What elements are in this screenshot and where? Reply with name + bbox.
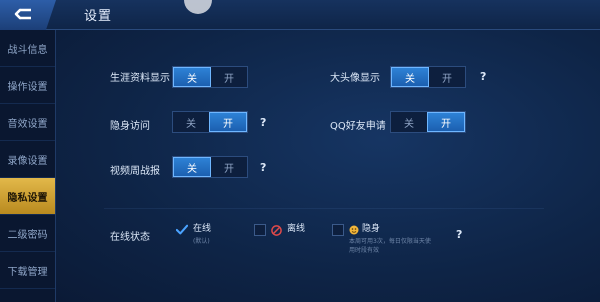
video-report-on-option[interactable]: 开 [211,157,247,177]
avatar-help-icon[interactable]: ? [480,70,486,83]
online-status-label: 在线状态 [110,232,150,243]
sidebar-item-downloads[interactable]: 下载管理 [0,252,55,289]
back-arrow-icon [14,8,31,20]
hidden-visit-toggle[interactable]: 关 开 [172,111,248,133]
sidebar-item-secondary-password[interactable]: 二级密码 [0,215,55,252]
sidebar-item-sound[interactable]: 音效设置 [0,104,55,141]
career-display-label: 生涯资料显示 [110,73,170,84]
offline-checkbox[interactable] [254,224,266,236]
status-option-online[interactable]: 在线 (默认) [176,224,211,246]
top-bar: 设置 [0,0,600,30]
hidden-visit-label: 隐身访问 [110,121,150,132]
status-online-label: 在线 [193,224,212,234]
sidebar-item-recording[interactable]: 录像设置 [0,141,55,178]
avatar-off-option[interactable]: 关 [391,67,429,87]
hidden-visit-on-option[interactable]: 开 [209,112,247,132]
invisible-checkbox[interactable] [332,224,344,236]
privacy-settings-panel: 生涯资料显示 关 开 大头像显示 关 开 ? 隐身访问 关 开 ? QQ好友申请… [56,30,600,302]
sidebar: 战斗信息 操作设置 音效设置 录像设置 隐私设置 二级密码 下载管理 [0,30,56,302]
qq-friend-request-label: QQ好友申请 [330,121,386,132]
video-report-label: 视频周战报 [110,166,160,177]
career-display-toggle[interactable]: 关 开 [172,66,248,88]
page-title: 设置 [84,9,113,24]
sidebar-item-battle-info[interactable]: 战斗信息 [0,30,55,67]
status-option-offline[interactable]: 离线 [254,224,305,236]
status-offline-label: 离线 [287,224,306,234]
career-on-option[interactable]: 开 [211,67,247,87]
avatar-display-label: 大头像显示 [330,73,380,84]
sidebar-item-privacy[interactable]: 隐私设置 [0,178,55,215]
video-report-help-icon[interactable]: ? [260,161,266,174]
hidden-visit-help-icon[interactable]: ? [260,116,266,129]
status-online-sub: (默认) [193,238,210,245]
avatar-on-option[interactable]: 开 [429,67,465,87]
back-button[interactable] [0,0,56,30]
qq-friend-on-option[interactable]: 开 [427,112,465,132]
section-divider [104,208,544,209]
checkmark-icon [176,224,188,235]
status-invisible-label: 隐身 [362,224,381,234]
hidden-visit-off-option[interactable]: 关 [173,112,209,132]
career-off-option[interactable]: 关 [173,67,211,87]
invisible-face-icon [349,225,359,234]
sidebar-item-controls[interactable]: 操作设置 [0,67,55,104]
video-report-off-option[interactable]: 关 [173,157,211,177]
no-entry-icon [271,225,282,236]
avatar-display-toggle[interactable]: 关 开 [390,66,466,88]
online-checkbox[interactable] [176,224,188,236]
qq-friend-off-option[interactable]: 关 [391,112,427,132]
status-invisible-sub: 本周可用3次，每日仅限当天使用时段有效 [349,238,431,254]
avatar-deco-icon [184,0,212,14]
online-status-help-icon[interactable]: ? [456,228,462,241]
qq-friend-request-toggle[interactable]: 关 开 [390,111,466,133]
video-report-toggle[interactable]: 关 开 [172,156,248,178]
